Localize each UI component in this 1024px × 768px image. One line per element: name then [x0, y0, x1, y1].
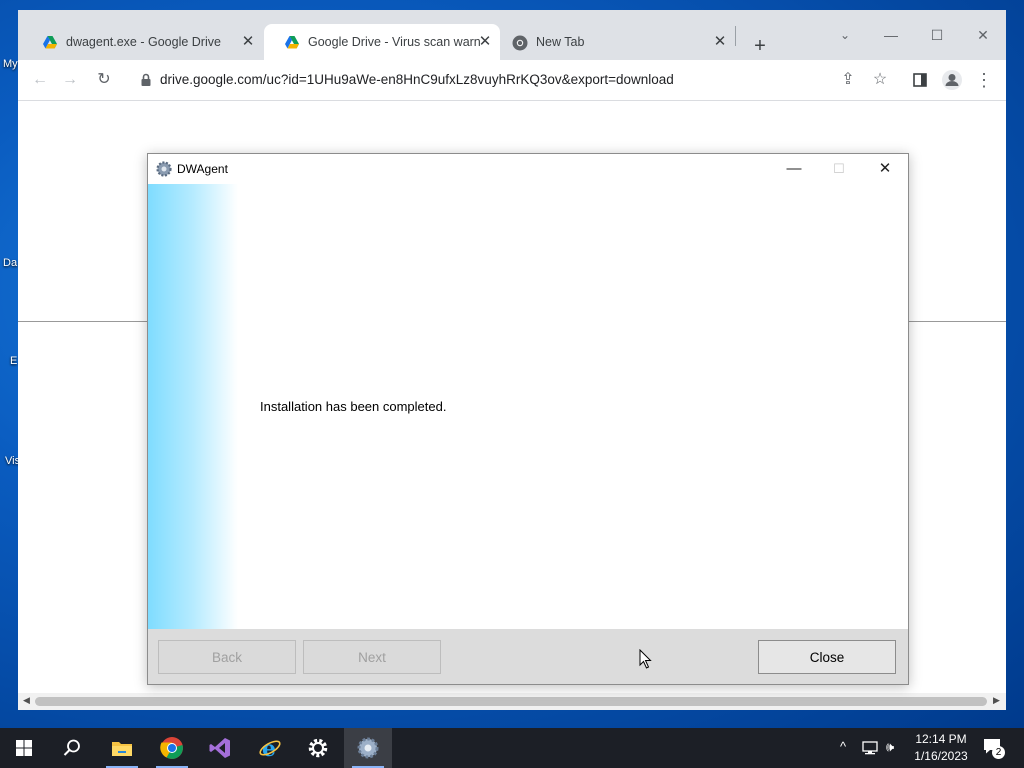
taskbar-internet-explorer[interactable]: e — [246, 728, 294, 768]
browser-toolbar: ← → ↻ drive.google.com/uc?id=1UHu9aWe-en… — [18, 60, 1006, 101]
back-button: Back — [158, 640, 296, 674]
desktop-icon-label[interactable]: My — [3, 58, 18, 70]
forward-icon[interactable]: → — [58, 68, 82, 92]
installation-complete-message: Installation has been completed. — [260, 399, 447, 414]
tab-title: dwagent.exe - Google Drive — [66, 35, 221, 49]
search-icon — [63, 739, 80, 756]
desktop-icon-label[interactable]: Da — [3, 257, 17, 269]
notification-count-badge: 2 — [992, 746, 1005, 759]
share-icon[interactable]: ⇪ — [836, 68, 860, 92]
tab-strip: dwagent.exe - Google Drive ✕ Google Driv… — [18, 10, 1006, 60]
tab-separator — [735, 26, 736, 46]
action-center-button[interactable]: 2 — [982, 737, 1006, 759]
new-tab-button[interactable]: + — [748, 34, 772, 58]
tab-title: New Tab — [536, 35, 585, 49]
google-drive-icon — [285, 36, 299, 49]
close-window-icon[interactable]: ✕ — [972, 24, 994, 46]
maximize-icon: ☐ — [833, 161, 845, 176]
dialog-title: DWAgent — [177, 162, 228, 176]
taskbar-settings[interactable] — [294, 728, 342, 768]
dwagent-icon — [357, 737, 379, 759]
chrome-icon — [512, 35, 528, 51]
system-clock[interactable]: 12:14 PM 1/16/2023 — [906, 731, 976, 765]
tab-search-icon[interactable]: ⌄ — [834, 24, 856, 46]
taskbar-visual-studio[interactable] — [196, 728, 244, 768]
scroll-right-icon[interactable]: ▶ — [993, 695, 1000, 706]
chrome-icon — [160, 737, 183, 759]
settings-icon — [308, 738, 328, 758]
internet-explorer-icon: e — [259, 736, 281, 760]
tab-virus-scan-warning[interactable]: Google Drive - Virus scan warnin ✕ — [264, 24, 500, 60]
close-tab-icon[interactable]: ✕ — [476, 33, 494, 51]
clock-time: 12:14 PM — [915, 732, 967, 746]
dialog-side-banner — [148, 184, 238, 629]
horizontal-scrollbar[interactable]: ◀ ▶ — [18, 693, 1006, 710]
taskbar-dwagent[interactable] — [344, 728, 392, 768]
system-tray: ^ 🕪 — [836, 728, 906, 768]
tab-dwagent-drive[interactable]: dwagent.exe - Google Drive ✕ — [22, 24, 262, 60]
taskbar: e ^ 🕪 12:14 PM 1/16/2023 2 — [0, 728, 1024, 768]
dwagent-gear-icon — [156, 161, 172, 177]
network-icon[interactable] — [862, 741, 878, 755]
maximize-icon[interactable]: ☐ — [926, 24, 948, 46]
taskbar-chrome[interactable] — [148, 728, 196, 768]
mouse-cursor-icon — [639, 649, 652, 669]
dialog-titlebar[interactable]: DWAgent — ☐ ✕ — [148, 154, 908, 184]
minimize-icon[interactable]: — — [782, 158, 806, 180]
profile-avatar-icon[interactable] — [940, 68, 964, 92]
menu-kebab-icon[interactable]: ⋮ — [972, 68, 996, 92]
file-explorer-icon — [112, 742, 132, 756]
bookmark-star-icon[interactable]: ☆ — [868, 68, 892, 92]
dwagent-installer-dialog: DWAgent — ☐ ✕ Installation has been comp… — [147, 153, 909, 685]
next-button: Next — [303, 640, 441, 674]
volume-icon[interactable]: 🕪 — [886, 739, 894, 755]
side-panel-icon[interactable] — [908, 68, 932, 92]
start-button[interactable] — [0, 728, 48, 768]
svg-text:e: e — [262, 736, 276, 760]
url-text[interactable]: drive.google.com/uc?id=1UHu9aWe-en8HnC9u… — [160, 72, 674, 87]
lock-icon[interactable] — [138, 72, 154, 88]
tab-title: Google Drive - Virus scan warnin — [308, 35, 480, 49]
scroll-left-icon[interactable]: ◀ — [23, 695, 30, 706]
minimize-icon[interactable]: — — [880, 24, 902, 46]
desktop-icon-label[interactable]: E — [10, 355, 17, 367]
google-drive-icon — [43, 36, 57, 49]
close-button[interactable]: Close — [758, 640, 896, 674]
address-bar[interactable]: drive.google.com/uc?id=1UHu9aWe-en8HnC9u… — [128, 64, 848, 96]
windows-start-icon — [16, 740, 32, 756]
show-hidden-icons-icon[interactable]: ^ — [840, 739, 846, 754]
reload-icon[interactable]: ↻ — [92, 68, 116, 92]
clock-date: 1/16/2023 — [914, 749, 968, 763]
tab-new-tab[interactable]: New Tab ✕ — [502, 24, 742, 60]
taskbar-file-explorer[interactable] — [98, 728, 146, 768]
dialog-button-bar: Back Next Close — [148, 629, 908, 684]
close-tab-icon[interactable]: ✕ — [711, 33, 729, 51]
close-tab-icon[interactable]: ✕ — [239, 33, 257, 51]
visual-studio-icon — [209, 738, 230, 758]
close-icon[interactable]: ✕ — [873, 158, 897, 180]
scrollbar-thumb[interactable] — [35, 697, 987, 706]
back-icon[interactable]: ← — [28, 68, 52, 92]
taskbar-search-button[interactable] — [48, 728, 96, 768]
